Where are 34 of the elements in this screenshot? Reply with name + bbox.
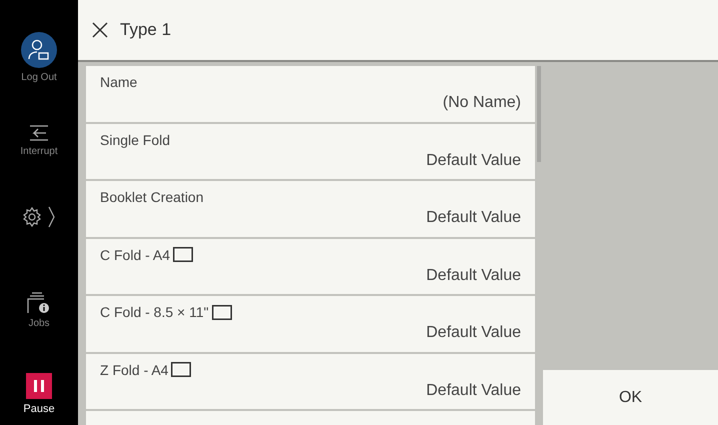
- setting-label: C Fold - A4: [100, 246, 170, 262]
- pause-button[interactable]: Pause: [0, 373, 78, 415]
- setting-label: Single Fold: [100, 132, 170, 148]
- setting-label: C Fold - 8.5 × 11": [100, 304, 209, 320]
- setting-value: Default Value: [426, 382, 521, 400]
- sidebar-label: Interrupt: [20, 146, 58, 156]
- pause-icon: [26, 373, 52, 399]
- setting-label: Name: [100, 74, 138, 90]
- setting-row[interactable]: Booklet Creation Default Value: [86, 181, 535, 236]
- close-icon[interactable]: [92, 22, 108, 38]
- setting-value: Default Value: [426, 209, 521, 227]
- sidebar-label: Jobs: [28, 318, 50, 328]
- setting-label: Z Fold - A4: [100, 362, 168, 378]
- interrupt-icon: [28, 124, 50, 142]
- dialog-title: Type 1: [120, 20, 172, 40]
- setting-value: Default Value: [426, 152, 521, 170]
- setting-row[interactable]: C Fold - 8.5 × 11" Default Value: [86, 296, 535, 352]
- setting-row[interactable]: C Fold - A4 Default Value: [86, 238, 535, 294]
- jobs-button[interactable]: Jobs: [0, 292, 78, 328]
- setting-value: Default Value: [426, 266, 521, 284]
- setting-row[interactable]: Z Fold - A4 Default Value: [86, 354, 535, 409]
- setting-row[interactable]: Name (No Name): [86, 66, 535, 122]
- user-icon: [21, 32, 57, 68]
- setting-value: (No Name): [442, 94, 521, 112]
- jobs-icon: [27, 292, 51, 314]
- gear-icon: [21, 205, 57, 229]
- interrupt-button[interactable]: Interrupt: [0, 124, 78, 156]
- logout-button[interactable]: Log Out: [0, 32, 78, 82]
- sidebar-label: Pause: [23, 403, 55, 415]
- ok-button[interactable]: OK: [543, 370, 718, 425]
- setting-row[interactable]: Single Fold Default Value: [86, 124, 535, 179]
- setting-label: Booklet Creation: [100, 189, 204, 205]
- sidebar-label: Log Out: [21, 72, 57, 82]
- setting-value: Default Value: [426, 324, 521, 342]
